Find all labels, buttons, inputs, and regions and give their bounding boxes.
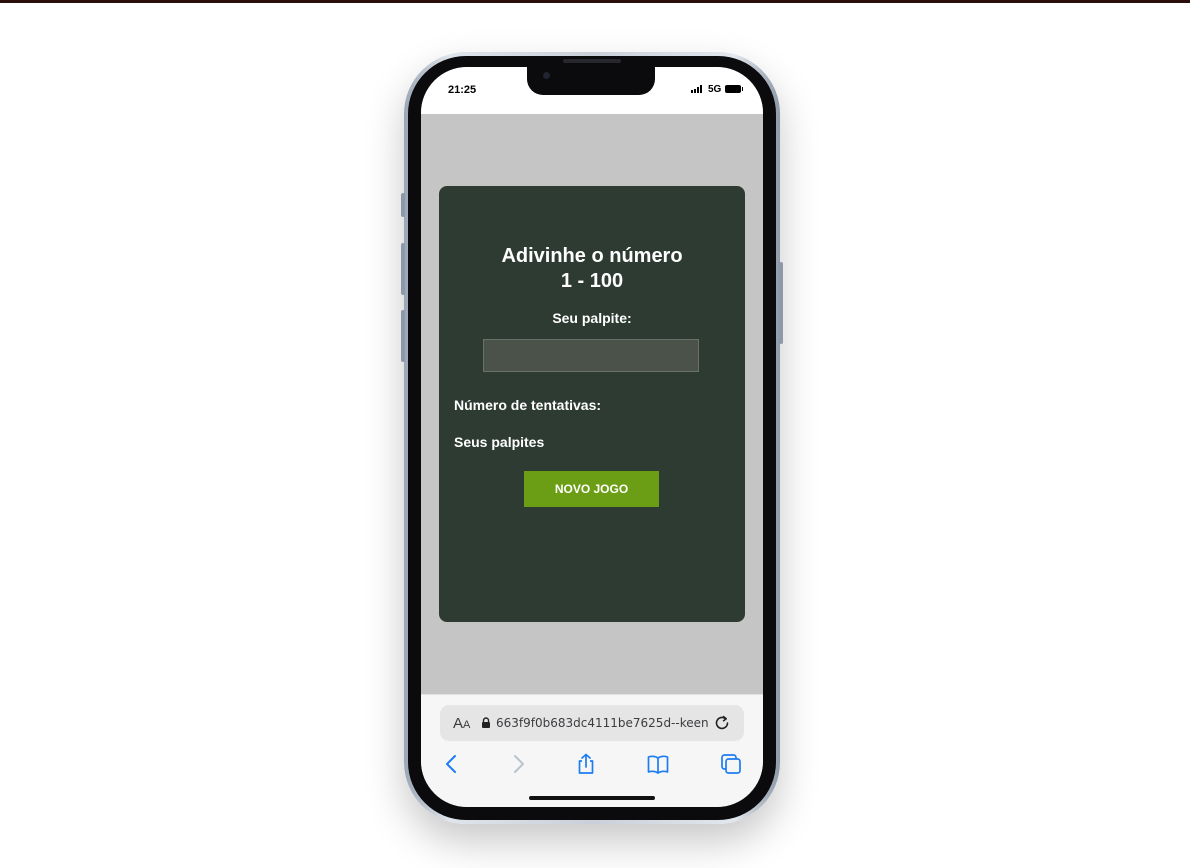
game-card: Adivinhe o número 1 - 100 Seu palpite: N… xyxy=(439,186,745,622)
guesses-label: Seus palpites xyxy=(454,434,545,450)
phone-screen: 21:25 5G Adivinhe o número 1 - 100 Seu p… xyxy=(421,67,763,807)
reload-icon[interactable] xyxy=(713,714,731,732)
browser-toolbar: AA 663f9f0b683dc4111be7625d--keen-p xyxy=(421,694,763,807)
game-title-line1: Adivinhe o número xyxy=(501,245,683,267)
volume-up-button xyxy=(401,243,405,295)
silent-switch xyxy=(401,193,405,217)
new-game-button[interactable]: NOVO JOGO xyxy=(524,471,659,507)
lock-icon xyxy=(482,717,490,728)
game-title: Adivinhe o número 1 - 100 xyxy=(439,244,745,294)
camera-icon xyxy=(543,72,550,79)
home-indicator xyxy=(529,796,655,800)
earpiece-speaker xyxy=(563,59,621,63)
tabs-icon[interactable] xyxy=(720,753,742,775)
aa-large-letter: A xyxy=(453,715,464,732)
bookmarks-icon[interactable] xyxy=(647,753,669,775)
url-text: 663f9f0b683dc4111be7625d--keen-p xyxy=(496,716,708,730)
forward-icon[interactable] xyxy=(507,753,529,775)
game-title-line2: 1 - 100 xyxy=(560,270,624,292)
guess-input[interactable] xyxy=(483,339,699,372)
network-label: 5G xyxy=(708,84,722,95)
volume-down-button xyxy=(401,310,405,362)
text-size-button[interactable]: AA xyxy=(453,715,470,732)
status-time: 21:25 xyxy=(448,84,477,96)
power-button xyxy=(779,262,783,344)
signal-icon xyxy=(691,85,702,93)
notch xyxy=(527,67,655,95)
address-bar[interactable]: AA 663f9f0b683dc4111be7625d--keen-p xyxy=(440,705,744,741)
battery-icon xyxy=(725,85,743,93)
attempts-label: Número de tentativas: xyxy=(454,397,602,413)
guess-label: Seu palpite: xyxy=(552,310,632,326)
aa-small-letter: A xyxy=(463,719,471,731)
share-icon[interactable] xyxy=(575,753,597,775)
back-icon[interactable] xyxy=(441,753,463,775)
top-strip xyxy=(0,0,1190,3)
